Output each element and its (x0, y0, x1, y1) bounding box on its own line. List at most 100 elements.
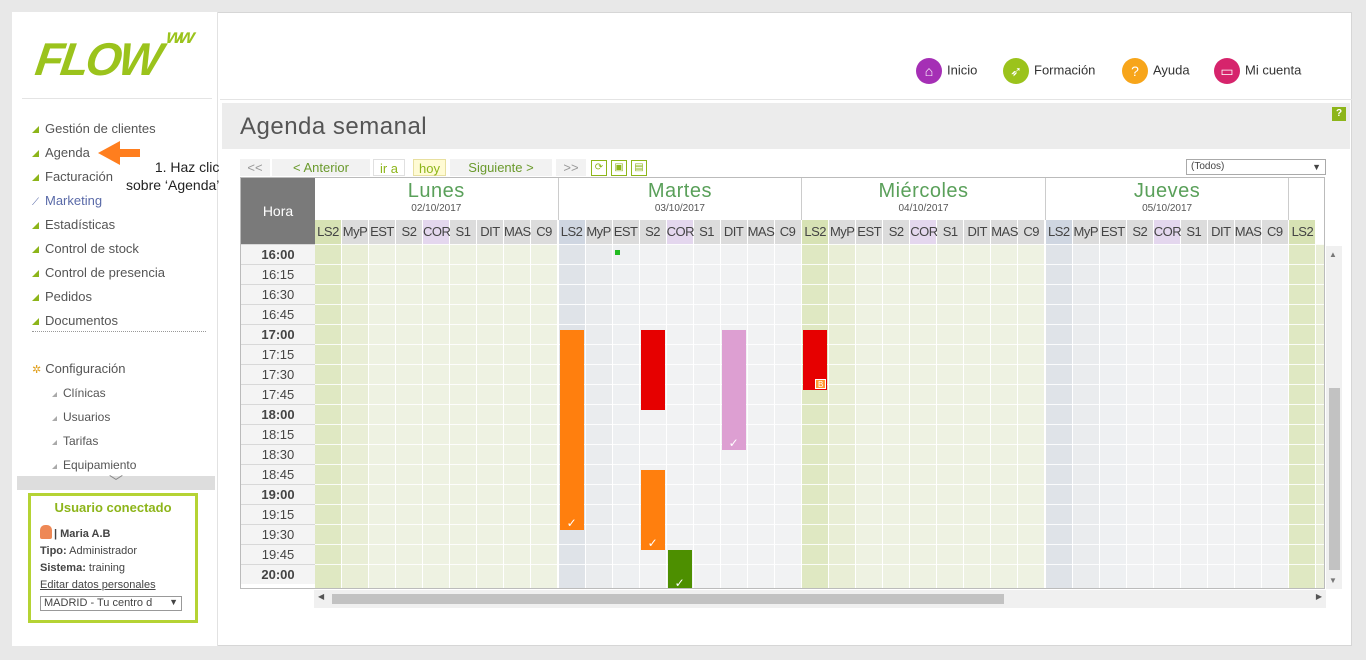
resource-column-header[interactable]: C9 (1018, 220, 1046, 244)
resource-column-header[interactable]: C9 (774, 220, 802, 244)
resource-column[interactable] (504, 244, 531, 588)
sidebar-item-config[interactable]: ✲ Configuración (32, 361, 212, 376)
resource-column[interactable] (1289, 244, 1317, 588)
goto-button[interactable]: ir a (373, 159, 405, 176)
resource-column-header[interactable]: DIT (477, 220, 504, 244)
sidebar-scroll-down[interactable]: ﹀ (17, 474, 215, 490)
resource-column-header[interactable]: COR (666, 220, 694, 244)
topnav-ayuda[interactable]: ? Ayuda (1122, 58, 1190, 84)
resource-column[interactable] (1099, 244, 1127, 588)
resource-column-header[interactable]: DIT (720, 220, 748, 244)
scroll-up-icon[interactable]: ▲ (1329, 250, 1337, 259)
resource-column[interactable] (964, 244, 992, 588)
resource-column[interactable] (369, 244, 396, 588)
resource-column[interactable] (774, 244, 802, 588)
resource-column-header[interactable]: EST (1099, 220, 1127, 244)
resource-column-header[interactable]: LS2 (558, 220, 586, 244)
resource-column[interactable] (883, 244, 911, 588)
sidebar-item[interactable]: Pedidos (32, 289, 212, 304)
resource-column[interactable] (856, 244, 884, 588)
resource-column[interactable] (450, 244, 477, 588)
help-icon[interactable]: ? (1332, 107, 1346, 121)
scrollbar-thumb[interactable] (1329, 388, 1340, 570)
appointment-block[interactable] (640, 330, 665, 410)
appointment-block[interactable]: B (803, 330, 828, 390)
resource-column-header[interactable]: LS2 (315, 220, 342, 244)
resource-column[interactable] (910, 244, 938, 588)
resource-column-header[interactable]: MyP (1072, 220, 1100, 244)
sidebar-subitem[interactable]: Usuarios (52, 410, 232, 424)
resource-column[interactable] (1234, 244, 1262, 588)
resource-column[interactable] (1261, 244, 1289, 588)
topnav-mi-cuenta[interactable]: ▭ Mi cuenta (1214, 58, 1301, 84)
resource-column-header[interactable]: C9 (531, 220, 558, 244)
filter-select[interactable]: (Todos) ▼ (1186, 159, 1326, 175)
resource-column[interactable] (991, 244, 1019, 588)
resource-column[interactable] (747, 244, 775, 588)
resource-column[interactable] (585, 244, 613, 588)
resource-column-header[interactable]: S2 (396, 220, 423, 244)
today-button[interactable]: hoy (413, 159, 446, 176)
appointment-block[interactable]: ✓ (559, 330, 584, 530)
resource-column-header[interactable]: COR (910, 220, 938, 244)
resource-column-header[interactable]: LS2 (802, 220, 830, 244)
topnav-inicio[interactable]: ⌂ Inicio (916, 58, 977, 84)
sidebar-item[interactable]: Control de presencia (32, 265, 212, 280)
resource-column-header[interactable]: MAS (747, 220, 775, 244)
resource-column-header[interactable]: EST (856, 220, 884, 244)
resource-column[interactable] (1045, 244, 1073, 588)
resource-column[interactable] (1126, 244, 1154, 588)
resource-column-header[interactable]: C9 (1261, 220, 1289, 244)
resource-column-header[interactable]: MAS (504, 220, 531, 244)
sidebar-item[interactable]: Estadísticas (32, 217, 212, 232)
resource-column-header[interactable]: DIT (1207, 220, 1235, 244)
last-button[interactable]: >> (556, 159, 586, 176)
resource-column-header[interactable]: MyP (585, 220, 613, 244)
print-icon[interactable]: ▤ (631, 160, 647, 176)
edit-profile-link[interactable]: Editar datos personales (40, 579, 186, 591)
resource-column-header[interactable]: S1 (1180, 220, 1208, 244)
sidebar-subitem[interactable]: Equipamiento (52, 458, 232, 472)
next-button[interactable]: Siguiente > (450, 159, 552, 176)
resource-column[interactable] (1180, 244, 1208, 588)
appointment-block[interactable]: ✓ (640, 470, 665, 550)
resource-column-header[interactable]: S2 (883, 220, 911, 244)
resource-column-header[interactable]: MAS (991, 220, 1018, 244)
topnav-formacion[interactable]: ➶ Formación (1003, 58, 1095, 84)
appointment-block[interactable]: ✓ (721, 330, 746, 450)
scroll-left-icon[interactable]: ◀ (318, 592, 324, 601)
resource-column[interactable] (612, 244, 640, 588)
resource-column-header[interactable]: MAS (1234, 220, 1262, 244)
resource-column[interactable] (693, 244, 721, 588)
flow-logo[interactable]: FLOWww (32, 26, 193, 86)
sidebar-item[interactable]: Control de stock (32, 241, 212, 256)
resource-column-header[interactable]: S1 (937, 220, 965, 244)
sidebar-item[interactable]: Gestión de clientes (32, 121, 212, 136)
resource-column-header[interactable]: S2 (639, 220, 667, 244)
sidebar-item[interactable]: ⟋ Marketing (32, 193, 212, 208)
resource-column[interactable] (1153, 244, 1181, 588)
first-button[interactable]: << (240, 159, 270, 176)
scroll-down-icon[interactable]: ▼ (1329, 576, 1337, 585)
resource-column[interactable] (315, 244, 342, 588)
horizontal-scrollbar[interactable]: ◀ ▶ (314, 590, 1326, 608)
resource-column[interactable] (477, 244, 504, 588)
resource-column[interactable] (342, 244, 369, 588)
sidebar-subitem[interactable]: Tarifas (52, 434, 232, 448)
scrollbar-thumb[interactable] (332, 594, 1004, 604)
resource-column[interactable] (531, 244, 558, 588)
resource-column-header[interactable]: COR (423, 220, 451, 244)
resource-column[interactable] (829, 244, 857, 588)
resource-column-header[interactable]: LS2 (1289, 220, 1317, 244)
sidebar-subitem[interactable]: Clínicas (52, 386, 232, 400)
resource-column-header[interactable]: MyP (829, 220, 857, 244)
vertical-scrollbar[interactable]: ▲ ▼ (1326, 246, 1342, 589)
resource-column[interactable] (802, 244, 830, 588)
resource-column[interactable] (1072, 244, 1100, 588)
resource-column-header[interactable]: S1 (450, 220, 477, 244)
resource-column-header[interactable]: COR (1153, 220, 1182, 244)
resource-column[interactable] (1018, 244, 1046, 588)
resource-column-header[interactable]: EST (612, 220, 640, 244)
resource-column[interactable] (396, 244, 423, 588)
centre-select[interactable]: MADRID - Tu centro d ▼ (40, 596, 182, 611)
